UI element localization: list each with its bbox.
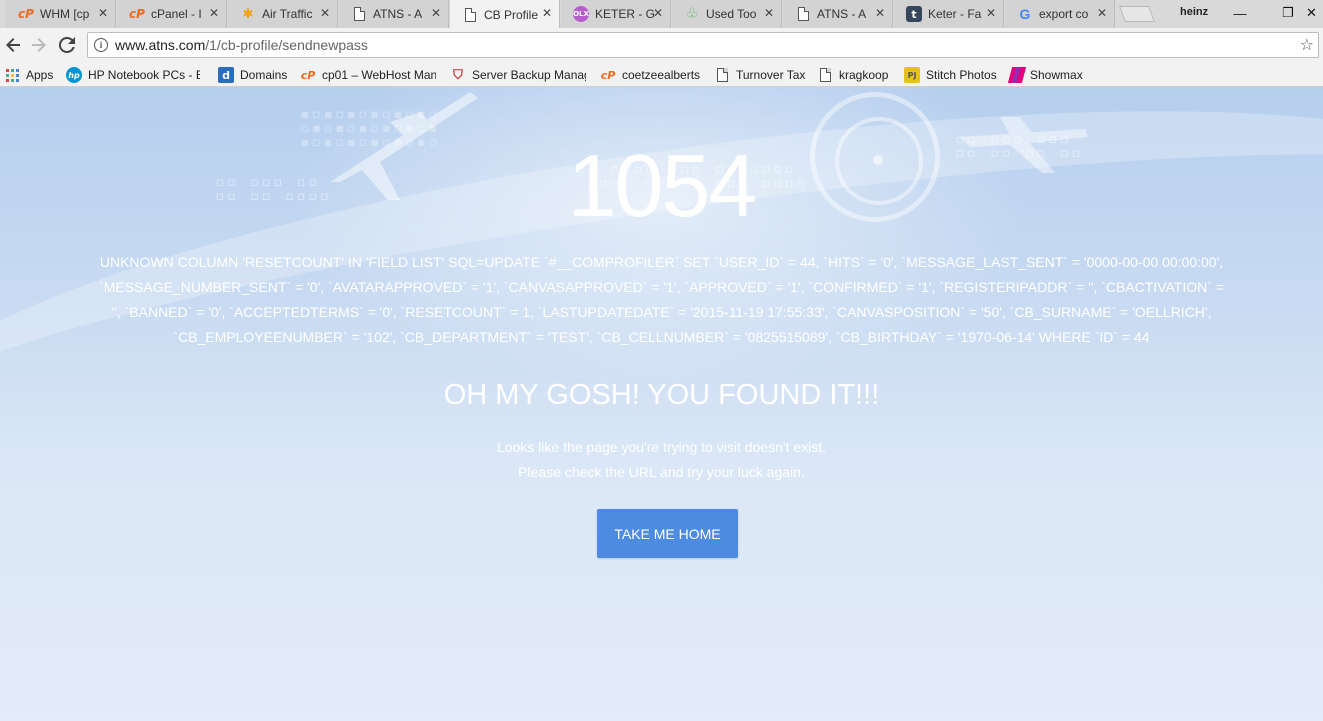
cpanel-icon: cP bbox=[18, 7, 34, 21]
reload-button[interactable] bbox=[56, 34, 78, 56]
page-subtext: Looks like the page you're trying to vis… bbox=[0, 435, 1323, 485]
bookmark-kragkoop[interactable]: kragkoop bbox=[817, 66, 888, 84]
bookmark-showmax[interactable]: Showmax bbox=[1007, 66, 1083, 84]
showmax-icon bbox=[1007, 67, 1027, 83]
bookmark-label: Stitch Photos bbox=[926, 68, 997, 82]
tab-keter-tumblr[interactable]: t Keter - Fa ✕ bbox=[894, 0, 1004, 28]
close-icon[interactable]: ✕ bbox=[98, 6, 108, 20]
close-icon[interactable]: ✕ bbox=[764, 6, 774, 20]
google-icon: G bbox=[1019, 6, 1031, 22]
tab-keter-olx[interactable]: OLX KETER - G ✕ bbox=[561, 0, 671, 28]
address-bar[interactable]: i www.atns.com/1/cb-profile/sendnewpass … bbox=[87, 32, 1319, 58]
document-icon bbox=[351, 6, 367, 22]
info-icon[interactable]: i bbox=[94, 38, 108, 52]
bookmark-label: Server Backup Manag bbox=[472, 68, 586, 82]
bookmark-apps[interactable]: Apps bbox=[4, 66, 53, 84]
shield-icon: ⛉ bbox=[453, 67, 463, 83]
hp-icon: hp bbox=[66, 67, 82, 83]
bookmark-cp01[interactable]: cP cp01 – WebHost Man bbox=[300, 66, 436, 84]
reload-icon bbox=[59, 37, 75, 53]
tab-label: CB Profile bbox=[484, 7, 539, 22]
tumblr-icon: t bbox=[906, 6, 922, 22]
cpanel-icon: cP bbox=[600, 68, 616, 82]
browser-toolbar: i www.atns.com/1/cb-profile/sendnewpass … bbox=[0, 28, 1323, 62]
minimize-button[interactable]: — bbox=[1220, 2, 1260, 24]
tab-cb-profile[interactable]: CB Profile ✕ bbox=[450, 0, 560, 29]
tab-whm[interactable]: cP WHM [cp ✕ bbox=[6, 0, 116, 28]
bookmark-hp[interactable]: hp HP Notebook PCs - B bbox=[66, 66, 200, 84]
stitch-photos-icon: PJ bbox=[904, 67, 920, 83]
bookmark-label: Apps bbox=[26, 68, 54, 82]
document-icon bbox=[714, 67, 730, 83]
tab-label: WHM [cp bbox=[40, 7, 90, 21]
bookmarks-bar: Apps hp HP Notebook PCs - B d Domains cP… bbox=[0, 62, 1323, 87]
tab-used-tools[interactable]: ♧ Used Too ✕ bbox=[672, 0, 782, 28]
tab-label: Air Traffic bbox=[262, 7, 313, 21]
tools-icon: ♧ bbox=[685, 6, 699, 22]
url-domain: www.atns.com bbox=[115, 37, 206, 53]
tab-label: cPanel - I bbox=[151, 7, 202, 21]
close-icon[interactable]: ✕ bbox=[209, 6, 219, 20]
bookmark-label: cp01 – WebHost Man bbox=[322, 68, 436, 82]
bookmark-label: kragkoop bbox=[839, 68, 889, 82]
tab-label: KETER - G bbox=[595, 7, 655, 21]
back-button[interactable] bbox=[2, 34, 24, 56]
subtext-line-1: Looks like the page you're trying to vis… bbox=[496, 439, 827, 455]
bookmark-turnover-tax[interactable]: Turnover Tax bbox=[714, 66, 805, 84]
domains-icon: d bbox=[218, 67, 234, 83]
profile-name[interactable]: heinz bbox=[1180, 6, 1208, 18]
error-code: 1054 bbox=[567, 136, 758, 235]
tab-strip: cP WHM [cp ✕ cP cPanel - I ✕ ✱ Air Traff… bbox=[0, 0, 1323, 29]
close-icon[interactable]: ✕ bbox=[1097, 6, 1107, 20]
close-icon[interactable]: ✕ bbox=[542, 6, 552, 20]
bookmark-label: coetzeealberts bbox=[622, 68, 701, 82]
url-path: /1/cb-profile/sendnewpass bbox=[205, 37, 368, 53]
page-headline: OH MY GOSH! YOU FOUND IT!!! bbox=[443, 379, 880, 411]
bookmark-stitch-photos[interactable]: PJ Stitch Photos bbox=[904, 66, 997, 84]
tab-label: ATNS - A bbox=[373, 7, 423, 21]
air-traffic-icon: ✱ bbox=[242, 6, 254, 22]
tab-label: Used Too bbox=[706, 7, 757, 21]
bookmark-coetzeealberts[interactable]: cP coetzeealberts bbox=[600, 66, 700, 84]
bookmark-label: HP Notebook PCs - B bbox=[88, 68, 200, 82]
document-icon bbox=[817, 67, 833, 83]
document-icon bbox=[462, 7, 478, 23]
tab-label: export co bbox=[1039, 7, 1089, 21]
close-icon[interactable]: ✕ bbox=[320, 6, 330, 20]
tab-atns-2[interactable]: ATNS - A ✕ bbox=[783, 0, 893, 28]
document-icon bbox=[795, 6, 811, 22]
bookmark-label: Showmax bbox=[1030, 68, 1083, 82]
tab-cpanel[interactable]: cP cPanel - I ✕ bbox=[117, 0, 227, 28]
close-window-button[interactable]: ✕ bbox=[1300, 2, 1323, 24]
close-icon[interactable]: ✕ bbox=[986, 6, 996, 20]
subtext-line-2: Please check the URL and try your luck a… bbox=[518, 464, 805, 480]
cpanel-icon: cP bbox=[300, 68, 316, 82]
url-text[interactable]: www.atns.com/1/cb-profile/sendnewpass bbox=[115, 37, 368, 53]
bookmark-label: Turnover Tax bbox=[736, 68, 806, 82]
apps-grid-icon bbox=[4, 67, 20, 83]
close-icon[interactable]: ✕ bbox=[431, 6, 441, 20]
bookmark-label: Domains bbox=[240, 68, 288, 82]
forward-button[interactable] bbox=[28, 34, 50, 56]
tab-air-traffic[interactable]: ✱ Air Traffic ✕ bbox=[228, 0, 338, 28]
olx-icon: OLX bbox=[573, 6, 589, 22]
error-page: ▫▫ ▫▫▫ ▫▫ ▫▫ ▫▫ ▫▫▫▫ ▪▫▪▫▪▫▪▫▪▫▪▫ ▫▪▫▪▫▪… bbox=[0, 87, 1323, 721]
error-message: Unknown column 'resetcount' in 'field li… bbox=[99, 254, 1224, 345]
bookmark-star-icon[interactable]: ☆ bbox=[1300, 35, 1314, 54]
cpanel-icon: cP bbox=[129, 7, 145, 21]
close-icon[interactable]: ✕ bbox=[653, 6, 663, 20]
bookmark-server-backup[interactable]: ⛉ Server Backup Manag bbox=[450, 66, 586, 84]
tab-label: ATNS - A bbox=[817, 7, 867, 21]
back-arrow-icon bbox=[6, 38, 20, 52]
forward-arrow-icon bbox=[32, 38, 46, 52]
bookmark-domains[interactable]: d Domains bbox=[218, 66, 287, 84]
tab-atns-1[interactable]: ATNS - A ✕ bbox=[339, 0, 449, 28]
new-tab-button[interactable] bbox=[1119, 6, 1155, 22]
take-me-home-button[interactable]: TAKE ME HOME bbox=[597, 509, 738, 558]
tab-export-google[interactable]: G export co ✕ bbox=[1005, 0, 1115, 28]
tab-label: Keter - Fa bbox=[928, 7, 982, 21]
close-icon[interactable]: ✕ bbox=[875, 6, 885, 20]
